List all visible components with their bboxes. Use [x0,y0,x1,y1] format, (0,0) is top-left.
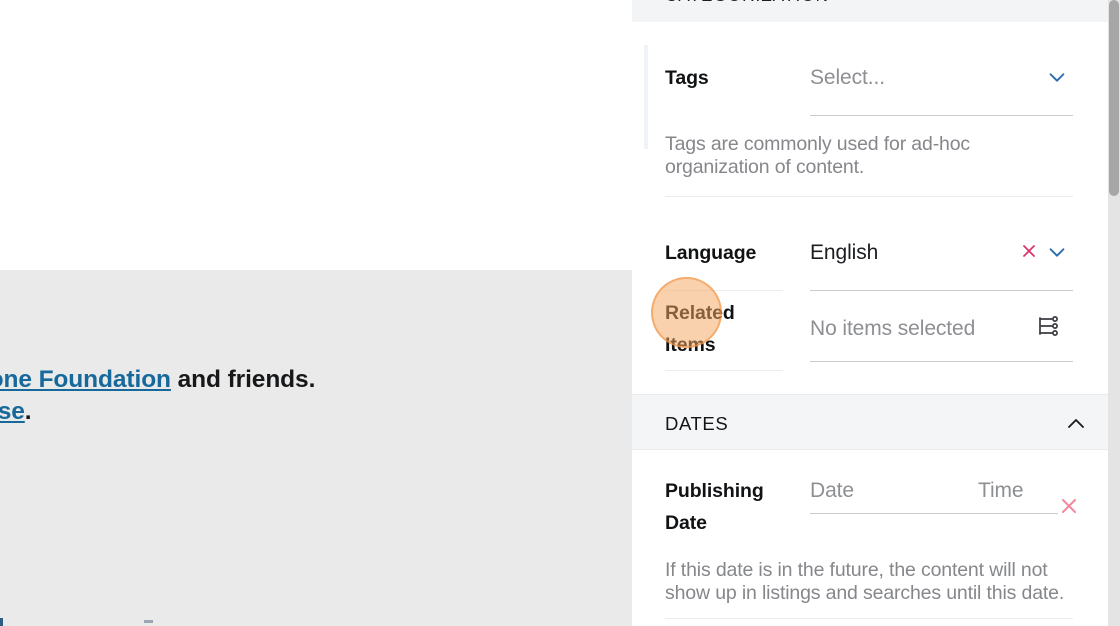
language-input-underline [810,290,1073,291]
related-items-label-divider [665,370,783,371]
dates-section-title: DATES [665,413,729,434]
chevron-down-icon[interactable] [1043,238,1071,266]
footer-copyright: 0-2024 by the Plone Foundation and frien… [0,364,625,429]
tags-label: Tags [665,67,709,89]
tags-help-text: Tags are commonly used for ad-hoc organi… [665,133,971,179]
plone-foundation-link[interactable]: Plone Foundation [0,366,171,393]
clear-x-icon[interactable] [1055,492,1083,520]
related-items-label-line1: Related [665,302,735,324]
footer-copyright-post: and friends. [170,366,316,393]
language-label: Language [665,242,757,264]
sidebar-scrollbar-thumb[interactable] [1109,0,1119,196]
related-items-label-line2: Items [665,333,716,356]
publishing-date-help-text: If this date is in the future, the conte… [665,559,1065,605]
main-content-pane: 0-2024 by the Plone Foundation and frien… [0,0,632,626]
publishing-date-label: Publishing Date [665,476,795,539]
categorization-section-header-clipped[interactable]: CATEGORIZATION [632,0,1108,22]
language-label-divider [665,290,783,291]
publishing-date-label-line2: Date [665,511,707,534]
content-blank-area [0,0,632,270]
object-browser-icon[interactable] [1032,310,1064,342]
dates-section-header[interactable]: DATES [632,394,1108,450]
site-footer: 0-2024 by the Plone Foundation and frien… [0,270,632,626]
footer-bottom-separator [0,618,3,626]
publishing-date-divider [665,618,1073,619]
related-items-input-underline [810,361,1073,362]
clear-x-icon[interactable] [1016,238,1042,264]
footer-license-post: . [24,398,32,426]
footer-bottom-clipped-row [0,618,632,626]
footer-license-line: e GNU GPL license. [0,396,625,428]
screen-root: 0-2024 by the Plone Foundation and frien… [0,0,1120,626]
tags-input-underline [810,115,1073,116]
tags-field-accent-bar [644,45,648,149]
publishing-date-label-line1: Publishing [665,480,764,502]
categorization-section-title: CATEGORIZATION [665,0,829,6]
related-items-label: Related Items [665,298,795,361]
publishing-date-input[interactable]: Date [810,478,854,503]
tags-control[interactable]: Select... [810,65,1073,90]
footer-bottom-glyph [144,620,153,623]
publishing-time-input[interactable]: Time [978,478,1024,503]
metadata-sidebar: CATEGORIZATION Tags Select... Tags are c… [632,0,1120,626]
sidebar-scrollbar-track[interactable] [1108,0,1120,626]
gnu-gpl-license-link[interactable]: GNU GPL license [0,398,25,425]
tags-value: Select... [810,66,885,89]
tags-section-divider [665,196,1073,197]
chevron-up-icon[interactable] [1064,412,1088,436]
chevron-down-icon[interactable] [1043,63,1071,91]
publishing-date-underline [810,513,1058,514]
